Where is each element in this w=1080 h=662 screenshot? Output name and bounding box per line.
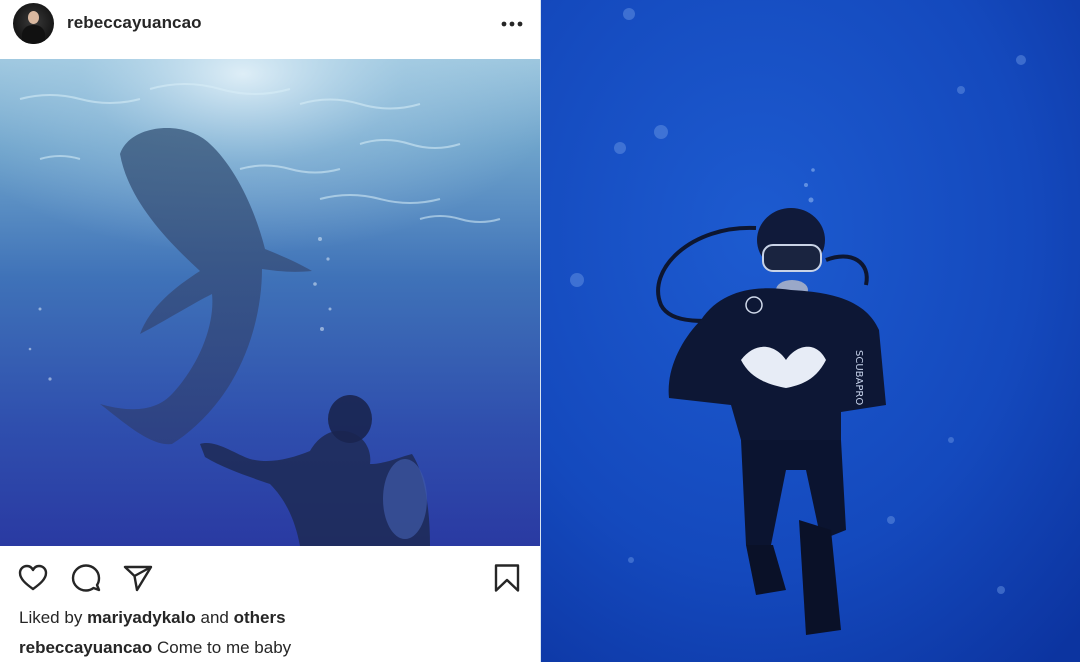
avatar-face <box>28 11 39 24</box>
post-header: rebeccayuancao <box>0 0 540 48</box>
post-photo[interactable] <box>0 59 540 546</box>
post-actions <box>0 546 540 606</box>
likes-prefix: Liked by <box>19 608 83 627</box>
svg-text:SCUBAPRO: SCUBAPRO <box>853 350 864 405</box>
bookmark-icon[interactable] <box>492 563 522 593</box>
more-horizontal-icon[interactable] <box>498 14 526 34</box>
likes-others-link[interactable]: others <box>234 608 286 627</box>
instagram-post: rebeccayuancao Liked by mariyadykalo and… <box>0 0 540 662</box>
post-username[interactable]: rebeccayuancao <box>67 13 202 33</box>
caption-text: Come to me baby <box>156 638 292 657</box>
caption-line: rebeccayuancao Come to me baby <box>19 638 291 658</box>
comment-icon[interactable] <box>71 563 101 593</box>
caption-username[interactable]: rebeccayuancao <box>19 638 152 657</box>
avatar-body <box>22 25 45 44</box>
diver-photo-image: SCUBAPRO <box>541 0 1080 662</box>
send-icon[interactable] <box>123 563 153 593</box>
likes-user-link[interactable]: mariyadykalo <box>87 608 196 627</box>
whale-shark-photo <box>0 59 540 546</box>
avatar[interactable] <box>13 3 54 44</box>
likes-line: Liked by mariyadykalo and others <box>19 608 286 628</box>
likes-conjunction: and <box>200 608 229 627</box>
heart-icon[interactable] <box>18 563 48 593</box>
diver-photo: SCUBAPRO <box>541 0 1080 662</box>
screenshot-root: rebeccayuancao Liked by mariyadykalo and… <box>0 0 1080 662</box>
